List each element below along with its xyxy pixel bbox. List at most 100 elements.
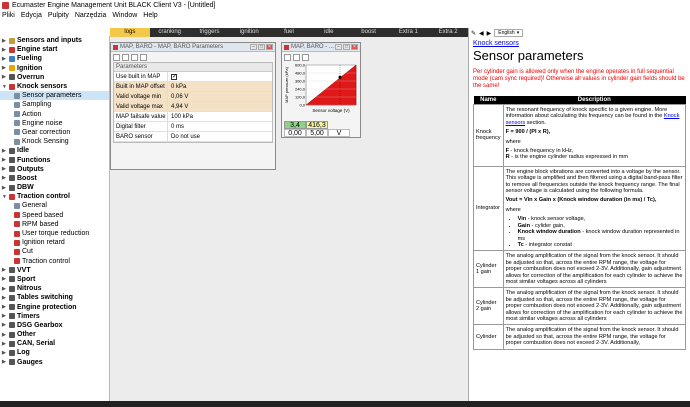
paste-icon[interactable] <box>140 53 147 61</box>
range-min[interactable]: 0,00 <box>284 129 306 137</box>
chevron-right-icon[interactable]: ▶ <box>2 148 7 154</box>
parameter-row[interactable]: BARO sensor Do not use <box>114 132 272 142</box>
tree-item[interactable]: Knock Sensing <box>0 137 109 146</box>
chevron-right-icon[interactable]: ▶ <box>2 359 7 365</box>
chevron-right-icon[interactable]: ▶ <box>2 304 7 310</box>
tree-item[interactable]: ▶ Engine protection <box>0 302 109 311</box>
chevron-right-icon[interactable]: ▶ <box>2 286 7 292</box>
close-button[interactable]: × <box>351 44 358 50</box>
menu-edit[interactable]: Edycja <box>21 12 42 19</box>
tree-item[interactable]: ▶ DSG Gearbox <box>0 321 109 330</box>
parameter-value[interactable]: ✓ <box>168 72 272 81</box>
parameter-value[interactable]: 0,06 V <box>168 92 272 101</box>
tab-3[interactable]: ignition <box>229 28 269 37</box>
chevron-right-icon[interactable]: ▶ <box>2 38 7 44</box>
parameter-value[interactable]: 0 kPa <box>168 82 272 91</box>
tree-item[interactable]: ▶ Tables switching <box>0 293 109 302</box>
chevron-right-icon[interactable]: ▶ <box>2 267 7 273</box>
tree-item[interactable]: ▶ CAN, Serial <box>0 339 109 348</box>
parameters-window-titlebar[interactable]: MAP, BARO - MAP, BARO Parameters – □ × <box>111 43 275 52</box>
edit-icon[interactable]: ✎ <box>471 30 476 37</box>
tree-item[interactable]: ▶ Gauges <box>0 358 109 367</box>
chevron-right-icon[interactable]: ▶ <box>2 322 7 328</box>
maximize-button[interactable]: □ <box>258 44 265 50</box>
minimize-button[interactable]: – <box>250 44 257 50</box>
copy-icon[interactable] <box>302 53 309 61</box>
chevron-right-icon[interactable]: ▶ <box>2 175 7 181</box>
save-icon[interactable] <box>122 53 129 61</box>
language-select[interactable]: English ▾ <box>494 29 524 37</box>
tree-item[interactable]: Sensor parameters <box>0 91 109 101</box>
maximize-button[interactable]: □ <box>343 44 350 50</box>
tree-item[interactable]: ▶ Other <box>0 330 109 339</box>
tab-7[interactable]: Extra 1 <box>388 28 428 37</box>
chevron-right-icon[interactable]: ▶ <box>2 313 7 319</box>
tree-item[interactable]: Cut <box>0 247 109 256</box>
tree-item[interactable]: ▶ Sport <box>0 275 109 284</box>
parameter-value[interactable]: 4,94 V <box>168 102 272 111</box>
forward-icon[interactable]: ▶ <box>487 30 492 37</box>
tree-item[interactable]: Engine noise <box>0 119 109 128</box>
tab-6[interactable]: boost <box>349 28 389 37</box>
breadcrumb[interactable]: Knock sensors <box>473 40 519 47</box>
tree-item[interactable]: RPM based <box>0 220 109 229</box>
parameter-row[interactable]: Digital filter 0 ms <box>114 122 272 132</box>
tree-item[interactable]: ▶ Ignition <box>0 64 109 73</box>
tree-item[interactable]: ▼ Traction control <box>0 192 109 201</box>
chart-window-titlebar[interactable]: MAP, BARO - ... – □ × <box>282 43 360 52</box>
tab-5[interactable]: idle <box>309 28 349 37</box>
parameter-row[interactable]: Valid voltage max 4,94 V <box>114 102 272 112</box>
tree-item[interactable]: ▼ Knock sensors <box>0 82 109 91</box>
tree-item[interactable]: ▶ Log <box>0 348 109 357</box>
chevron-down-icon[interactable]: ▼ <box>2 194 7 200</box>
save-icon[interactable] <box>293 53 300 61</box>
copy-icon[interactable] <box>131 53 138 61</box>
tree-item[interactable]: ▶ Engine start <box>0 45 109 54</box>
tree-item[interactable]: ▶ Outputs <box>0 165 109 174</box>
map-chart[interactable]: 600,0 480,0 360,0 240,0 120,0 0,0 MAP pressure… <box>284 63 360 121</box>
tree-item[interactable]: ▶ Sensors and inputs <box>0 36 109 45</box>
menu-file[interactable]: Pliki <box>2 12 15 19</box>
tree-item[interactable]: General <box>0 201 109 210</box>
parameter-row[interactable]: Built in MAP offset 0 kPa <box>114 82 272 92</box>
parameter-row[interactable]: Use built in MAP ✓ <box>114 72 272 82</box>
tab-4[interactable]: fuel <box>269 28 309 37</box>
chevron-right-icon[interactable]: ▶ <box>2 185 7 191</box>
back-icon[interactable]: ◀ <box>479 30 484 37</box>
menu-help[interactable]: Help <box>143 12 157 19</box>
chevron-down-icon[interactable]: ▼ <box>2 84 7 90</box>
tree-item[interactable]: ▶ Fueling <box>0 54 109 63</box>
tree-item[interactable]: ▶ Idle <box>0 146 109 155</box>
tree-item[interactable]: ▶ Overrun <box>0 73 109 82</box>
open-icon[interactable] <box>113 53 120 61</box>
chevron-right-icon[interactable]: ▶ <box>2 56 7 62</box>
chevron-right-icon[interactable]: ▶ <box>2 295 7 301</box>
tab-0[interactable]: logs <box>110 28 150 37</box>
open-icon[interactable] <box>284 53 291 61</box>
range-max[interactable]: 5,00 <box>306 129 328 137</box>
parameter-row[interactable]: MAP failsafe value 100 kPa <box>114 112 272 122</box>
chevron-right-icon[interactable]: ▶ <box>2 332 7 338</box>
tab-8[interactable]: Extra 2 <box>428 28 468 37</box>
chevron-right-icon[interactable]: ▶ <box>2 47 7 53</box>
parameter-value[interactable]: 100 kPa <box>168 112 272 121</box>
parameter-value[interactable]: 0 ms <box>168 122 272 131</box>
tree-item[interactable]: Speed based <box>0 211 109 220</box>
chevron-right-icon[interactable]: ▶ <box>2 276 7 282</box>
parameter-value[interactable]: Do not use <box>168 132 272 141</box>
chevron-right-icon[interactable]: ▶ <box>2 350 7 356</box>
tree-item[interactable]: ▶ VVT <box>0 266 109 275</box>
tree-item[interactable]: ▶ Functions <box>0 155 109 164</box>
menu-tools[interactable]: Narzędzia <box>75 12 107 19</box>
tree-item[interactable]: Traction control <box>0 257 109 266</box>
parameter-row[interactable]: Valid voltage min 0,06 V <box>114 92 272 102</box>
tree-item[interactable]: User torque reduction <box>0 229 109 238</box>
tree-item[interactable]: ▶ DBW <box>0 183 109 192</box>
tree-item[interactable]: Action <box>0 110 109 119</box>
tree-item[interactable]: ▶ Boost <box>0 174 109 183</box>
tree-item[interactable]: Gear correction <box>0 128 109 137</box>
tab-1[interactable]: cranking <box>150 28 190 37</box>
chevron-right-icon[interactable]: ▶ <box>2 74 7 80</box>
chevron-right-icon[interactable]: ▶ <box>2 166 7 172</box>
menu-window[interactable]: Window <box>112 12 137 19</box>
